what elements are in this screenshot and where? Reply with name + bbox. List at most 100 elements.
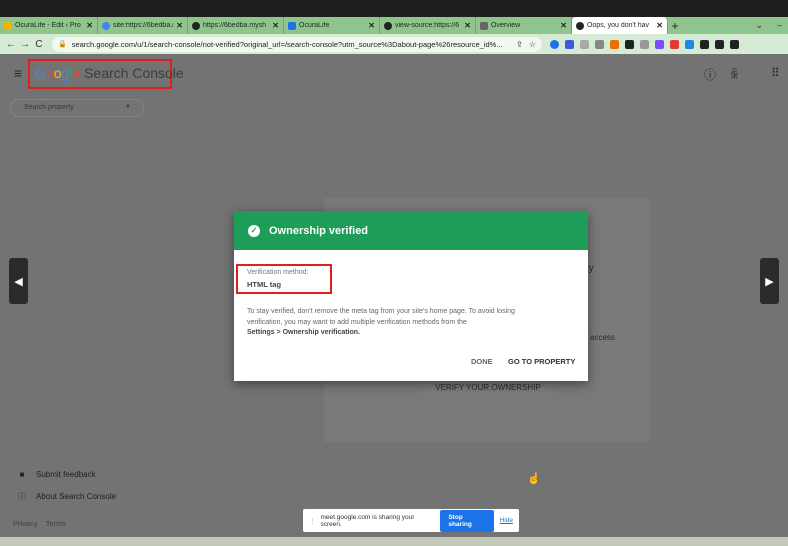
tab-ocuralife-edit[interactable]: OcuraLife - Edit ‹ Pro ✕	[0, 17, 98, 34]
sidepanel-icon[interactable]	[730, 39, 739, 49]
browser-tab-bar: OcuraLife - Edit ‹ Pro ✕ site:https://6b…	[0, 17, 788, 34]
extension-icon[interactable]	[625, 39, 634, 49]
reload-icon[interactable]: C	[32, 39, 46, 50]
tab-search-console-active[interactable]: Oops, you don't hav ✕	[572, 17, 668, 34]
dialog-body-settings-path: Settings > Ownership verification.	[247, 329, 360, 336]
search-console-page: ≡ Google Search Console ⓘ ꆜ ⠿ Search pro…	[0, 54, 788, 546]
background-text-fragment: access	[590, 333, 615, 342]
bookmark-star-icon[interactable]: ☆	[529, 40, 536, 49]
tab-ocuralife[interactable]: OcuraLife ✕	[284, 17, 380, 34]
new-tab-button[interactable]: +	[668, 19, 682, 33]
stop-sharing-button[interactable]: Stop sharing	[440, 509, 494, 532]
screen: OcuraLife - Edit ‹ Pro ✕ site:https://6b…	[0, 0, 788, 546]
extension-icon[interactable]	[670, 39, 679, 49]
tab-title: https://6bedba.mysh	[203, 22, 267, 29]
submit-feedback-label: Submit feedback	[36, 470, 96, 479]
extension-icon[interactable]	[655, 39, 664, 49]
drag-handle-icon[interactable]: ⋮	[309, 517, 316, 525]
hide-share-bar-link[interactable]: Hide	[500, 517, 513, 524]
tab-title: view-source:https://6	[395, 22, 460, 29]
tab-view-source[interactable]: view-source:https://6 ✕	[380, 17, 476, 34]
extension-icon[interactable]	[550, 39, 559, 49]
app-header: ≡ Google Search Console ⓘ ꆜ ⠿	[0, 54, 788, 94]
globe-icon	[192, 21, 200, 30]
tab-title: site:https://6bedba.m	[113, 22, 174, 29]
hand-cursor-icon: ☝	[527, 473, 541, 485]
download-icon[interactable]	[715, 39, 724, 49]
google-logo-text: Google	[35, 65, 81, 81]
extension-icon[interactable]	[565, 39, 574, 49]
menu-icon[interactable]: ≡	[14, 65, 22, 81]
tab-mysh[interactable]: https://6bedba.mysh ✕	[188, 17, 284, 34]
share-icon[interactable]: ⇪	[516, 40, 523, 49]
product-name: Search Console	[84, 65, 184, 81]
dropdown-caret-icon: ▼	[125, 104, 131, 110]
done-button[interactable]: DONE	[471, 357, 493, 366]
footer-links: Privacy Terms	[13, 519, 66, 528]
manage-users-icon[interactable]: ꆜ	[730, 66, 739, 82]
tab-title: OcuraLife - Edit ‹ Pro	[15, 22, 81, 29]
extension-icon[interactable]	[640, 39, 649, 49]
search-property-dropdown[interactable]: Search property ▼	[10, 99, 144, 117]
search-property-label: Search property	[24, 104, 74, 111]
extension-icon[interactable]	[595, 39, 604, 49]
ocuralife-icon	[288, 21, 296, 30]
submit-feedback-link[interactable]: ■ Submit feedback	[16, 470, 96, 479]
extension-icon[interactable]	[580, 39, 589, 49]
tab-title: OcuraLife	[299, 22, 330, 29]
globe-icon	[384, 21, 392, 30]
extensions-area	[550, 39, 739, 49]
tab-title: Oops, you don't hav	[587, 22, 650, 29]
tab-close-icon[interactable]: ✕	[176, 21, 183, 30]
window-controls: ⌄ –	[755, 20, 788, 31]
minimize-icon[interactable]: –	[777, 20, 782, 31]
tab-overview[interactable]: Overview ✕	[476, 17, 572, 34]
share-status-text: meet.google.com is sharing your screen.	[320, 513, 415, 528]
verification-method-label: Verification method:	[247, 269, 309, 276]
terms-link[interactable]: Terms	[46, 519, 66, 528]
address-bar[interactable]: 🔒 search.google.com/u/1/search-console/n…	[52, 36, 542, 52]
tab-site-search[interactable]: site:https://6bedba.m ✕	[98, 17, 188, 34]
screen-share-bar: ⋮ meet.google.com is sharing your screen…	[303, 509, 519, 532]
url-text: search.google.com/u/1/search-console/not…	[71, 39, 503, 49]
forward-icon[interactable]: →	[18, 39, 32, 50]
about-label: About Search Console	[36, 492, 117, 501]
dialog-title: Ownership verified	[269, 224, 369, 237]
help-icon[interactable]: ⓘ	[704, 66, 716, 83]
address-toolbar: ← → C 🔒 search.google.com/u/1/search-con…	[0, 34, 788, 54]
dialog-body-line: verification, you may want to add multip…	[247, 318, 467, 326]
feedback-icon: ■	[19, 470, 25, 479]
globe-icon	[576, 21, 584, 30]
ownership-verified-dialog: ✓ Ownership verified Verification method…	[234, 211, 588, 381]
extension-icon[interactable]	[685, 39, 694, 49]
apps-grid-icon[interactable]: ⠿	[771, 66, 780, 80]
google-icon	[102, 21, 110, 30]
about-search-console-link[interactable]: ⓘ About Search Console	[16, 491, 116, 502]
next-arrow-icon[interactable]: ▶	[760, 258, 779, 304]
tab-close-icon[interactable]: ✕	[368, 21, 375, 30]
tab-close-icon[interactable]: ✕	[86, 21, 93, 30]
dialog-body: To stay verified, don't remove the meta …	[247, 307, 567, 339]
puzzle-icon[interactable]	[700, 39, 709, 49]
window-top-strip	[0, 0, 788, 17]
prev-arrow-icon[interactable]: ◀	[9, 258, 28, 304]
os-taskbar	[0, 537, 788, 546]
verification-method-value: HTML tag	[247, 280, 282, 289]
dialog-body-line: To stay verified, don't remove the meta …	[247, 308, 515, 315]
tab-close-icon[interactable]: ✕	[272, 21, 279, 30]
check-circle-icon: ✓	[248, 224, 260, 237]
go-to-property-button[interactable]: GO TO PROPERTY	[508, 357, 575, 366]
tab-favicon-icon	[4, 21, 12, 30]
dialog-header: ✓ Ownership verified	[234, 211, 588, 250]
privacy-link[interactable]: Privacy	[13, 519, 38, 528]
search-console-logo[interactable]: Google Search Console	[35, 65, 184, 81]
tab-close-icon[interactable]: ✕	[656, 21, 663, 30]
lock-icon[interactable]: 🔒	[58, 40, 67, 48]
overview-icon	[480, 21, 488, 30]
back-icon[interactable]: ←	[4, 39, 18, 50]
tab-search-icon[interactable]: ⌄	[755, 20, 763, 31]
tab-close-icon[interactable]: ✕	[464, 21, 471, 30]
tab-close-icon[interactable]: ✕	[560, 21, 567, 30]
info-icon: ⓘ	[18, 492, 26, 501]
extension-icon[interactable]	[610, 39, 619, 49]
